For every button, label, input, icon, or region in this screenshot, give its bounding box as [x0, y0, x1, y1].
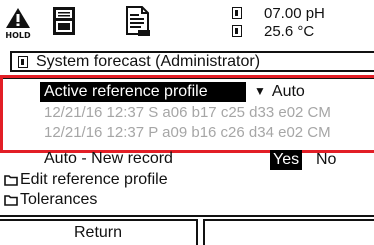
- temperature-value: 25.6 °C: [264, 23, 315, 40]
- folder-icon: [4, 195, 18, 206]
- yes-option[interactable]: Yes: [270, 150, 303, 170]
- dropdown-caret-icon: ▼: [254, 84, 266, 98]
- warning-hold-icon: HOLD: [5, 8, 31, 40]
- footer-divider: [0, 215, 374, 217]
- memory-card-icon: [53, 7, 75, 35]
- menu-item-tolerances[interactable]: Tolerances: [4, 190, 97, 210]
- record-row: 12/21/16 12:37 P a09 b16 c26 d34 e02 CM: [44, 124, 331, 141]
- record-row: 12/21/16 12:37 S a06 b17 c25 d33 e02 CM: [44, 104, 331, 121]
- menu-item-label: Edit reference profile: [20, 171, 168, 188]
- auto-new-record-label: Auto - New record: [44, 150, 173, 167]
- temperature-reading: 25.6 °C: [232, 24, 314, 40]
- ph-value: 07.00 pH: [264, 5, 325, 22]
- device-screen: HOLD 07.00 pH 25.6 °C System forecast (A…: [0, 0, 374, 245]
- active-reference-profile-dropdown[interactable]: ▼ Auto: [254, 82, 305, 102]
- return-softkey-label: Return: [73, 224, 123, 241]
- box-marker-icon: [18, 55, 28, 68]
- folder-icon: [4, 175, 18, 186]
- menu-item-edit-reference-profile[interactable]: Edit reference profile: [4, 170, 168, 190]
- active-reference-profile-item[interactable]: Active reference profile: [40, 82, 246, 102]
- document-icon: [126, 6, 150, 36]
- box-marker-icon: [232, 6, 242, 19]
- title-divider: [0, 76, 374, 79]
- active-reference-profile-value: Auto: [271, 83, 305, 100]
- hold-label: HOLD: [5, 31, 31, 40]
- ph-reading: 07.00 pH: [232, 6, 325, 22]
- return-softkey[interactable]: Return: [0, 219, 198, 245]
- right-softkey[interactable]: [203, 219, 374, 245]
- box-marker-icon: [232, 24, 242, 37]
- menu-item-label: Tolerances: [20, 191, 98, 208]
- active-reference-profile-label: Active reference profile: [44, 83, 208, 100]
- page-title: System forecast (Administrator): [36, 52, 261, 70]
- menu-title-bar: System forecast (Administrator): [10, 51, 374, 72]
- no-option[interactable]: No: [316, 150, 336, 170]
